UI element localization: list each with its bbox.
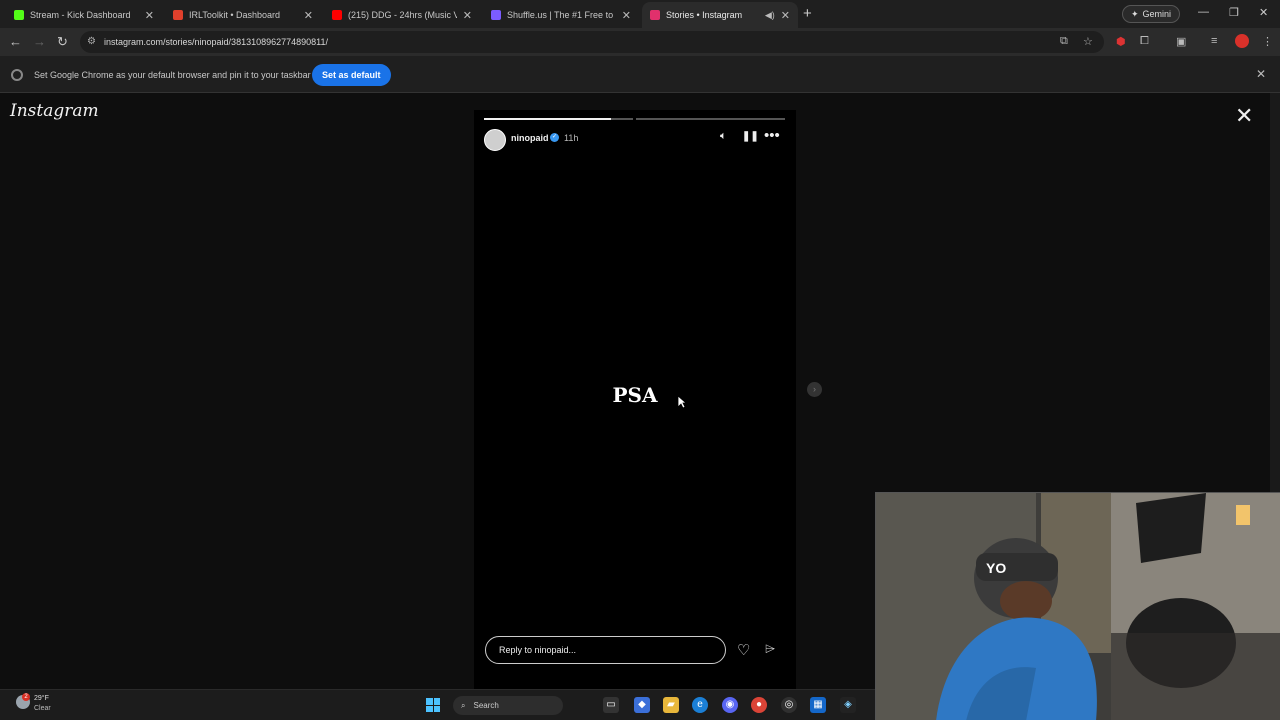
search-icon: ⌕ xyxy=(461,700,466,710)
tab-instagram-stories[interactable]: Stories • Instagram ◀) ✕ xyxy=(642,2,798,28)
restore-icon[interactable]: ❐ xyxy=(1229,6,1239,19)
browser-toolbar: ← → ↻ ⚙ instagram.com/stories/ninopaid/3… xyxy=(0,28,1280,56)
mouse-cursor-icon xyxy=(677,395,687,409)
reload-icon[interactable]: ↻ xyxy=(57,34,68,50)
infobar-close-icon[interactable]: ✕ xyxy=(1256,67,1266,81)
extension-shield-icon[interactable]: ⬢ xyxy=(1116,35,1126,48)
youtube-favicon-icon xyxy=(332,10,342,20)
new-tab-button[interactable]: + xyxy=(803,5,812,22)
story-username[interactable]: ninopaid xyxy=(511,133,549,143)
taskbar-search-label: Search xyxy=(473,701,499,710)
chrome-icon[interactable]: ● xyxy=(751,697,767,713)
minimize-icon[interactable]: — xyxy=(1198,6,1209,18)
store-icon[interactable]: ▦ xyxy=(810,697,826,713)
story-timestamp: 11h xyxy=(564,133,579,143)
verified-badge-icon: ✓ xyxy=(550,133,559,142)
weather-condition: Clear xyxy=(34,705,51,712)
story-progress-bar xyxy=(636,118,785,120)
close-tab-icon[interactable]: ✕ xyxy=(781,9,790,22)
close-tab-icon[interactable]: ✕ xyxy=(622,9,631,22)
window-close-icon[interactable]: ✕ xyxy=(1259,6,1268,19)
irltoolkit-favicon-icon xyxy=(173,10,183,20)
tab-kick-dashboard[interactable]: Stream - Kick Dashboard ✕ xyxy=(6,2,162,28)
story-viewer[interactable]: ninopaid ✓ 11h 🔈︎ ❚❚ ••• PSA Reply to ni… xyxy=(474,110,796,690)
task-view-icon[interactable]: ▭ xyxy=(603,697,619,713)
tab-youtube-ddg[interactable]: (215) DDG - 24hrs (Music Video) ✕ xyxy=(324,2,480,28)
volume-icon[interactable]: 🔈︎ xyxy=(720,130,727,143)
side-panel-icon[interactable]: ▣ xyxy=(1176,35,1186,48)
heart-icon[interactable]: ♡ xyxy=(737,641,750,659)
story-user-avatar[interactable] xyxy=(484,129,506,151)
webcam-overlay: YO xyxy=(875,492,1280,720)
more-options-icon[interactable]: ••• xyxy=(764,127,780,144)
gemini-label: Gemini xyxy=(1142,9,1172,19)
tab-title: Stream - Kick Dashboard xyxy=(30,10,131,20)
extensions-puzzle-icon[interactable]: ⧠ xyxy=(1140,35,1149,48)
tab-audio-icon[interactable]: ◀) xyxy=(765,10,775,21)
pause-icon[interactable]: ❚❚ xyxy=(742,131,759,142)
file-explorer-icon[interactable]: ▰ xyxy=(663,697,679,713)
obs-icon[interactable]: ◎ xyxy=(781,697,797,713)
tab-strip: Stream - Kick Dashboard ✕ IRLToolkit • D… xyxy=(0,0,1280,28)
gemini-sparkle-icon: ✦ xyxy=(1131,8,1139,19)
tab-title: IRLToolkit • Dashboard xyxy=(189,10,281,20)
close-tab-icon[interactable]: ✕ xyxy=(463,9,472,22)
address-bar[interactable]: ⚙ instagram.com/stories/ninopaid/3813108… xyxy=(80,31,1104,53)
close-story-viewer-icon[interactable]: ✕ xyxy=(1235,103,1253,129)
reply-input[interactable]: Reply to ninopaid... xyxy=(485,636,726,664)
copilot-icon[interactable]: ◆ xyxy=(634,697,650,713)
url-text: instagram.com/stories/ninopaid/381310896… xyxy=(104,37,328,47)
media-controls-icon[interactable]: ≡ xyxy=(1211,35,1217,47)
tab-shuffle[interactable]: Shuffle.us | The #1 Free to Play ✕ xyxy=(483,2,639,28)
instagram-logo[interactable]: Instagram xyxy=(10,101,99,121)
story-progress-bar xyxy=(484,118,633,120)
forward-arrow-icon[interactable]: → xyxy=(33,34,46,49)
windows-start-icon[interactable] xyxy=(426,698,440,712)
app-icon[interactable]: ◈ xyxy=(840,697,856,713)
weather-badge: 2 xyxy=(22,693,30,701)
install-app-icon[interactable]: ⧉ xyxy=(1060,35,1068,48)
tab-title: Shuffle.us | The #1 Free to Play xyxy=(507,10,616,20)
edge-icon[interactable]: e xyxy=(692,697,708,713)
gemini-button[interactable]: ✦ Gemini xyxy=(1122,5,1181,23)
close-tab-icon[interactable]: ✕ xyxy=(304,9,313,22)
tab-title: (215) DDG - 24hrs (Music Video) xyxy=(348,10,457,20)
close-tab-icon[interactable]: ✕ xyxy=(145,9,154,22)
infobar-message: Set Google Chrome as your default browse… xyxy=(34,70,311,80)
story-text: PSA xyxy=(612,383,658,407)
tab-title: Stories • Instagram xyxy=(666,10,743,20)
svg-text:YO: YO xyxy=(986,560,1006,576)
send-icon[interactable]: ⌲ xyxy=(765,641,775,657)
streamer-webcam-image: YO xyxy=(876,493,1280,720)
site-info-icon[interactable]: ⚙ xyxy=(87,36,96,47)
bookmark-star-icon[interactable]: ☆ xyxy=(1083,35,1093,48)
weather-temperature: 29°F xyxy=(34,695,49,702)
story-progress-fill xyxy=(484,118,611,120)
default-browser-infobar: Set Google Chrome as your default browse… xyxy=(0,56,1280,93)
taskbar-search[interactable]: ⌕ Search xyxy=(453,696,563,715)
kick-favicon-icon xyxy=(14,10,24,20)
shuffle-favicon-icon xyxy=(491,10,501,20)
discord-icon[interactable]: ◉ xyxy=(722,697,738,713)
next-story-icon[interactable]: › xyxy=(807,382,822,397)
chrome-logo-icon xyxy=(11,69,23,81)
profile-avatar[interactable] xyxy=(1235,34,1249,48)
tab-irltoolkit[interactable]: IRLToolkit • Dashboard ✕ xyxy=(165,2,321,28)
instagram-favicon-icon xyxy=(650,10,660,20)
set-as-default-button[interactable]: Set as default xyxy=(312,64,391,86)
back-arrow-icon[interactable]: ← xyxy=(9,34,22,49)
chrome-menu-icon[interactable]: ⋮ xyxy=(1262,35,1273,48)
